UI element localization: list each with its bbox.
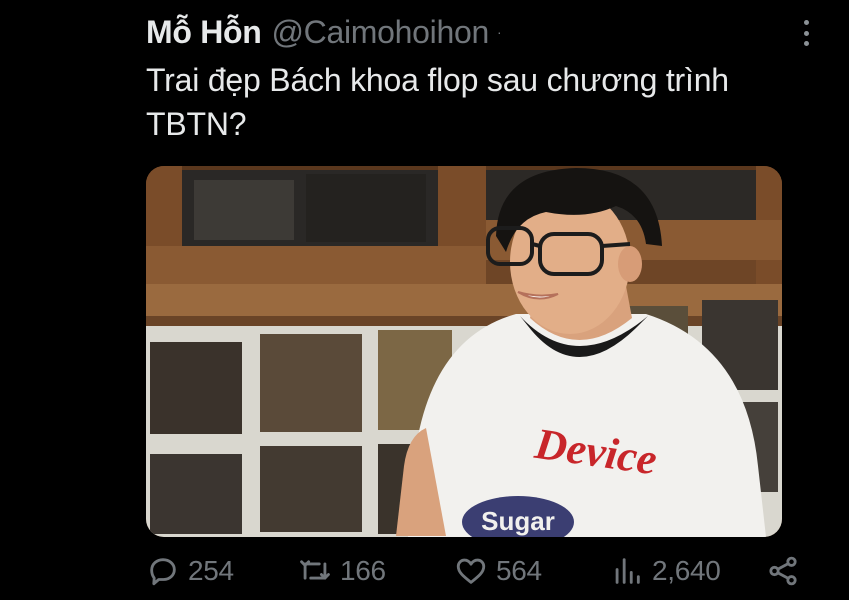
more-dot bbox=[803, 30, 809, 36]
shirt-print-bottom: Sugar bbox=[481, 506, 555, 536]
more-options-icon[interactable] bbox=[796, 18, 816, 48]
retweet-icon bbox=[300, 560, 330, 580]
retweet-count: 166 bbox=[340, 555, 386, 586]
share-button[interactable] bbox=[766, 551, 800, 591]
more-dot bbox=[803, 41, 809, 46]
author-handle[interactable]: @Caimohoihon bbox=[272, 14, 490, 51]
like-count: 564 bbox=[496, 555, 542, 586]
tweet-photo[interactable]: Device Sugar bbox=[146, 166, 782, 537]
author-display-name[interactable]: Mỗ Hỗn bbox=[146, 14, 262, 51]
photo-illustration: Device Sugar bbox=[146, 166, 782, 537]
tweet-text: Trai đẹp Bách khoa flop sau chương trình… bbox=[146, 62, 729, 142]
bar-chart-icon bbox=[615, 558, 640, 584]
views-count: 2,640 bbox=[652, 555, 721, 586]
retweet-button[interactable]: 166 bbox=[298, 551, 386, 591]
more-dot bbox=[803, 20, 809, 25]
reply-count: 254 bbox=[188, 555, 234, 586]
views-button[interactable]: 2,640 bbox=[610, 551, 721, 591]
heart-icon bbox=[456, 558, 486, 584]
tweet: Mỗ Hỗn @Caimohoihon · Trai đẹp Bách khoa… bbox=[0, 0, 849, 600]
tweet-header: Mỗ Hỗn @Caimohoihon · bbox=[146, 14, 502, 51]
share-icon bbox=[769, 556, 797, 586]
tweet-actions: 254 166 564 2,640 bbox=[146, 551, 806, 591]
reply-icon bbox=[150, 558, 176, 586]
header-separator: · bbox=[496, 24, 502, 40]
like-button[interactable]: 564 bbox=[454, 551, 542, 591]
reply-button[interactable]: 254 bbox=[146, 551, 234, 591]
